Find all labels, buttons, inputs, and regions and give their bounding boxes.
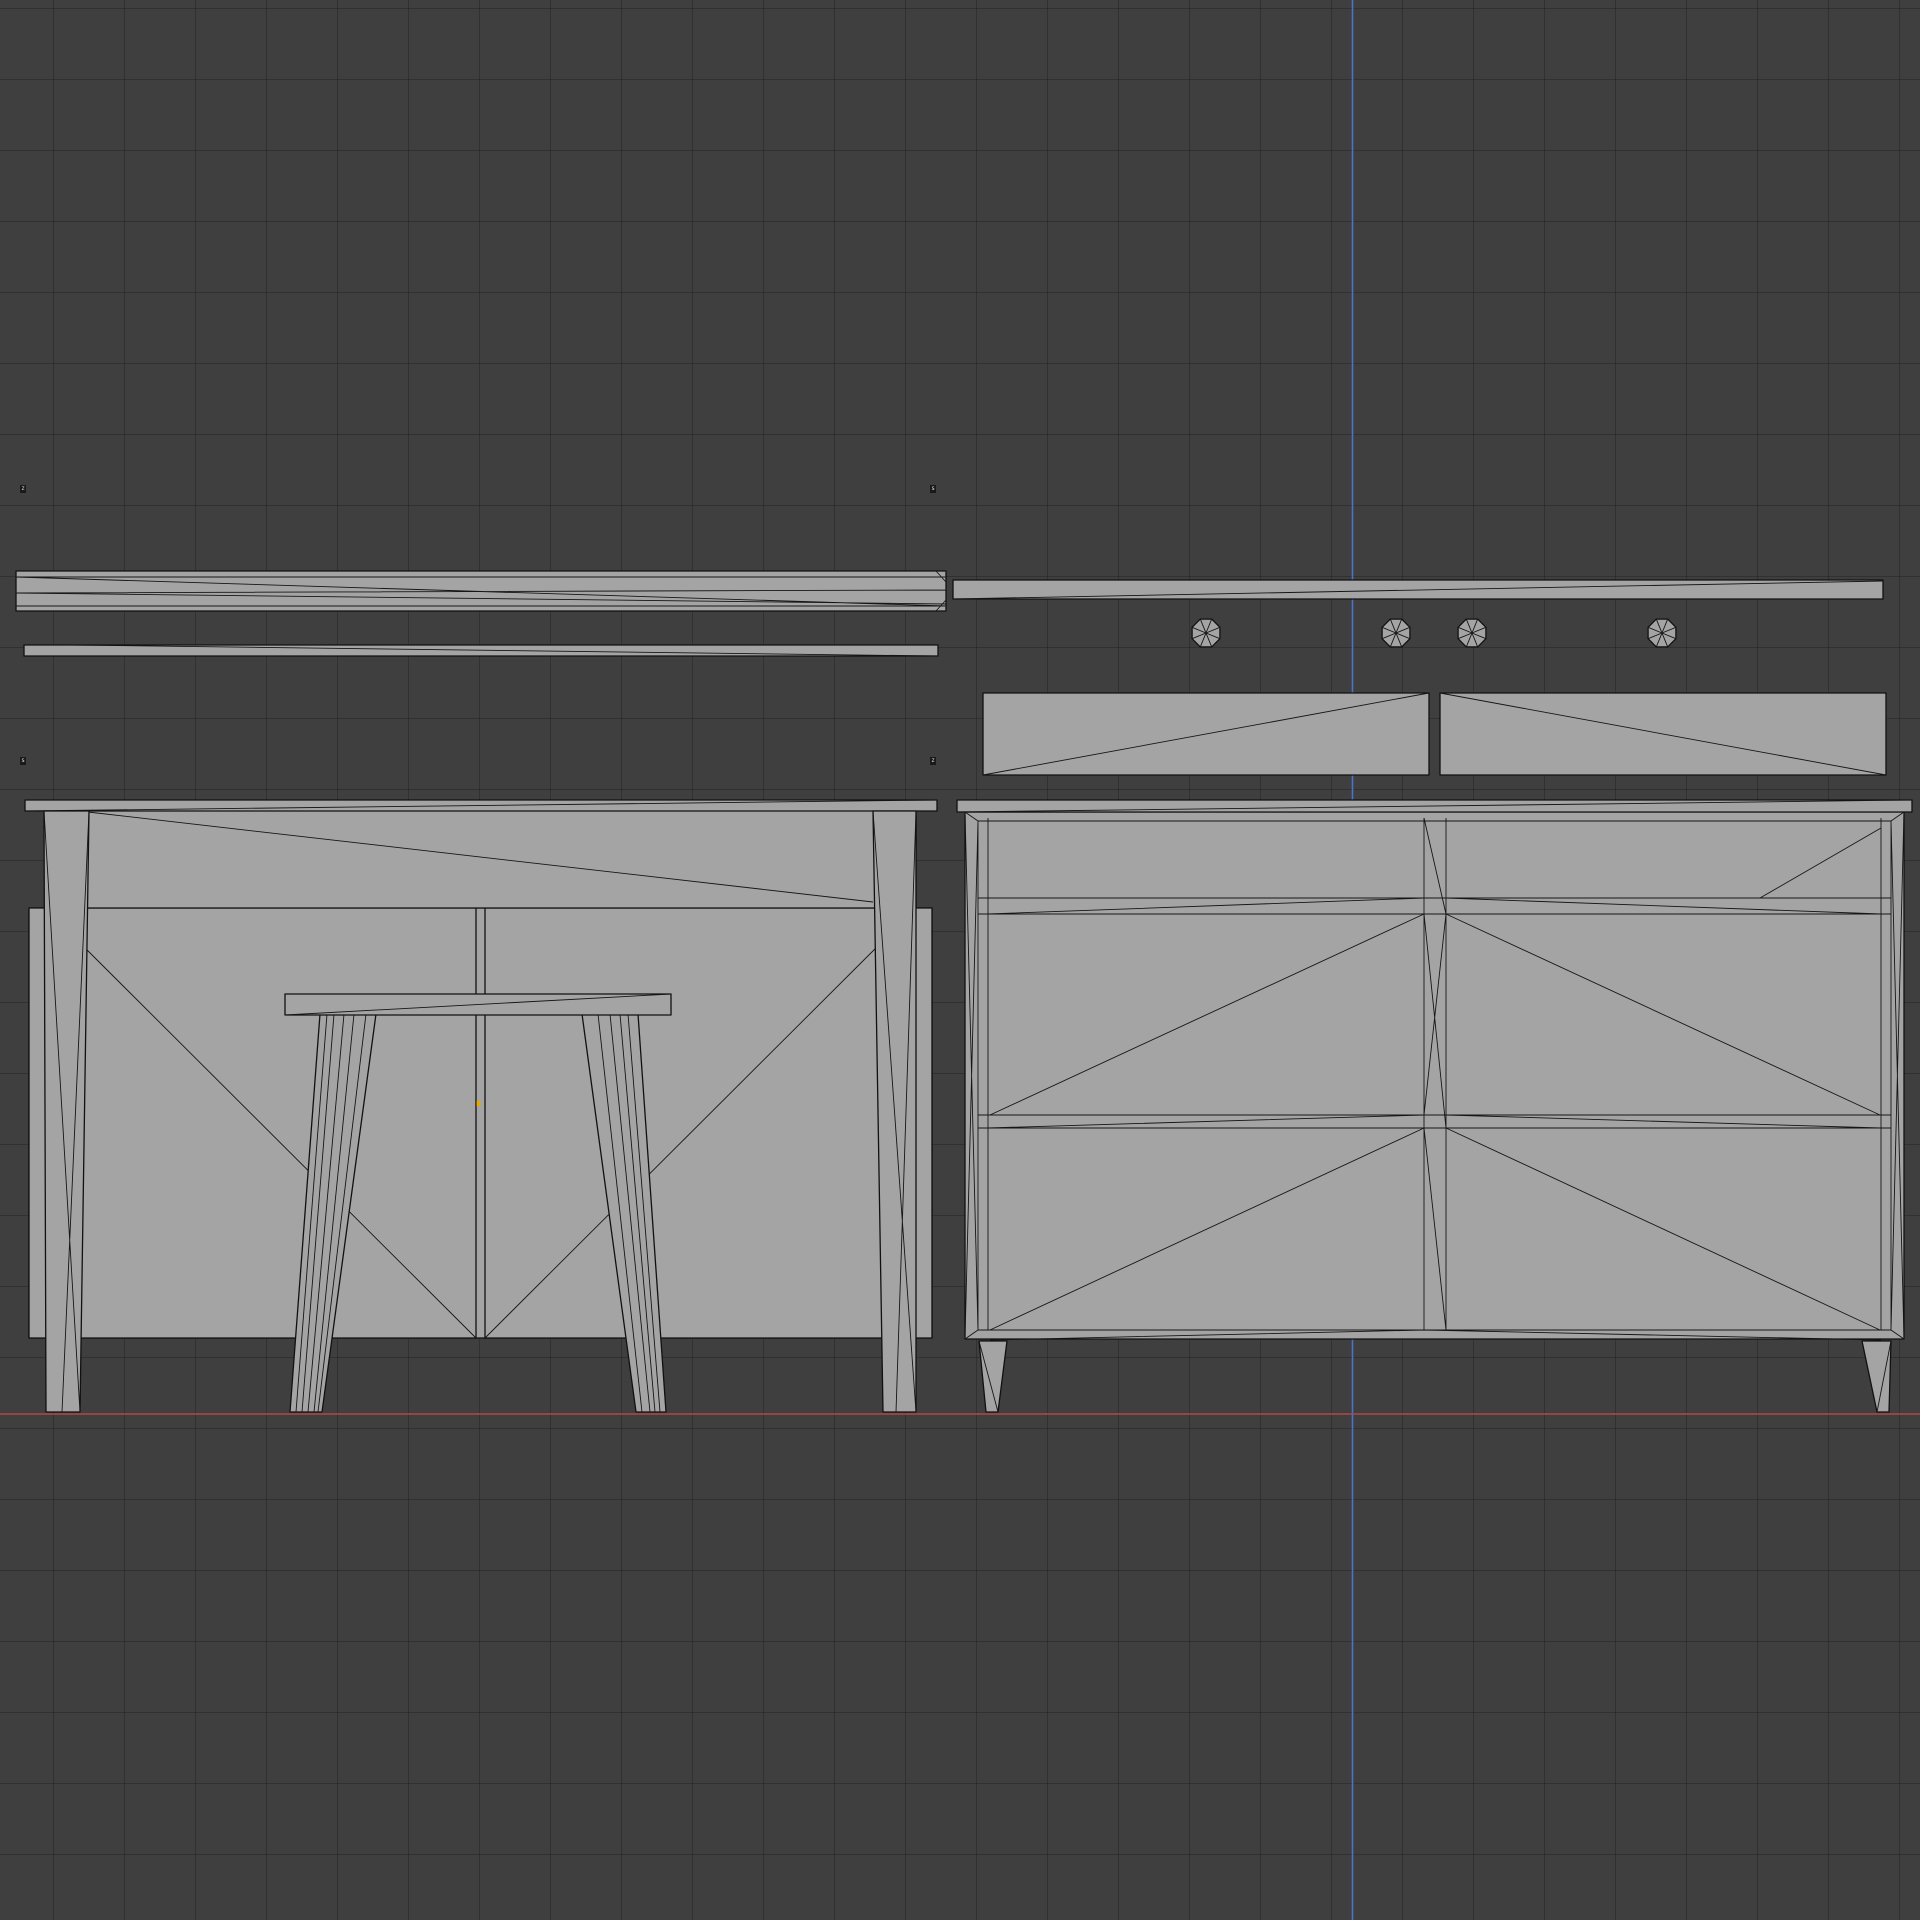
corner-label-dresser-front: z bbox=[930, 757, 936, 765]
knob-1[interactable] bbox=[1191, 618, 1221, 648]
cabinet-top-strip[interactable] bbox=[952, 579, 1884, 600]
desk-front[interactable] bbox=[24, 799, 938, 1413]
dresser-front[interactable] bbox=[956, 799, 1913, 1413]
corner-label-cabinet-strip: s bbox=[930, 485, 936, 493]
drawer-front-left[interactable] bbox=[982, 692, 1430, 776]
corner-label-desk-strip: z bbox=[20, 485, 26, 493]
knob-3[interactable] bbox=[1457, 618, 1487, 648]
corner-label-desk-front: s bbox=[20, 757, 26, 765]
viewport[interactable]: .m { fill:#a4a4a4; stroke:#111; stroke-w… bbox=[0, 0, 1920, 1920]
desk-top-strip[interactable] bbox=[15, 570, 947, 612]
scene-canvas[interactable]: .m { fill:#a4a4a4; stroke:#111; stroke-w… bbox=[0, 0, 1920, 1920]
knob-4[interactable] bbox=[1647, 618, 1677, 648]
desk-side-strip[interactable] bbox=[23, 644, 939, 657]
knob-2[interactable] bbox=[1381, 618, 1411, 648]
origin-point[interactable] bbox=[476, 1101, 481, 1106]
drawer-front-right[interactable] bbox=[1439, 692, 1887, 776]
